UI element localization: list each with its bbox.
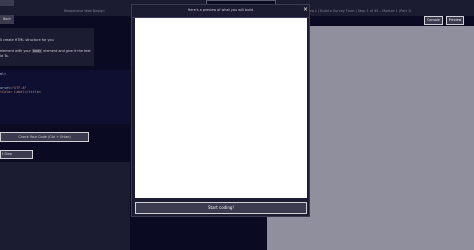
step-title: Step 1 | Build a Survey Form | Step 1 of… bbox=[306, 9, 412, 13]
close-icon[interactable]: × bbox=[303, 6, 308, 14]
inline-code: body bbox=[32, 49, 43, 53]
preview-button[interactable]: Preview bbox=[446, 16, 464, 25]
check-code-button[interactable]: Check Your Code (Ctrl + Enter) bbox=[0, 132, 89, 142]
reset-step-button[interactable]: t Step bbox=[0, 150, 33, 159]
back-button[interactable]: Back bbox=[0, 15, 14, 24]
instruction-line-2: element with your body element and give … bbox=[0, 49, 91, 53]
instructions-panel: ll create HTML structure for you element… bbox=[0, 28, 94, 66]
code-editor[interactable]: ml> arset="UTF-8" >Color Label</title> bbox=[0, 70, 130, 124]
instruction-line-1: ll create HTML structure for you bbox=[0, 38, 54, 42]
lower-panel bbox=[0, 162, 130, 250]
instruction-line-3: ld To. bbox=[0, 54, 9, 58]
preview-modal: Here's a preview of what you will build … bbox=[131, 4, 310, 217]
start-coding-button[interactable]: Start coding! bbox=[135, 202, 307, 214]
course-title: Responsive Web Design bbox=[64, 9, 105, 13]
preview-frame bbox=[135, 18, 307, 198]
modal-title: Here's a preview of what you will build bbox=[187, 8, 254, 12]
console-button[interactable]: Console bbox=[424, 16, 443, 25]
